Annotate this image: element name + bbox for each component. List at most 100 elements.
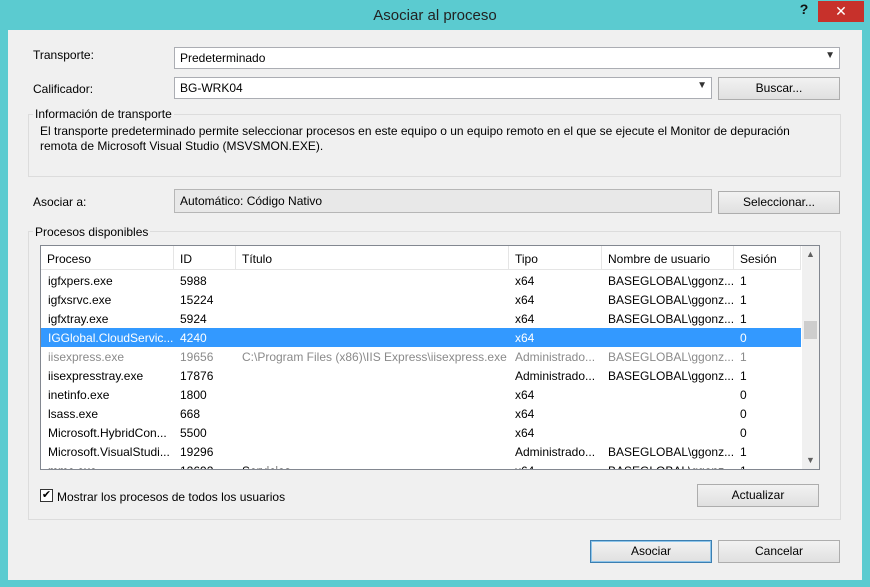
process-title-cell: C:\Program Files (x86)\IIS Express\iisex… [242,350,507,364]
column-header-type[interactable]: Tipo [509,246,602,270]
transport-info-line1: El transporte predeterminado permite sel… [40,124,790,138]
show-all-users-label[interactable]: Mostrar los procesos de todos los usuari… [57,490,285,504]
attach-button[interactable]: Asociar [590,540,712,563]
table-row[interactable]: iisexpress.exe 19656 C:\Program Files (x86… [41,347,801,366]
qualifier-label: Calificador: [33,82,94,96]
process-type-cell: x64 [515,388,535,402]
help-button[interactable]: ? [793,1,815,21]
title-bar: Asociar al proceso ? ✕ [0,0,870,30]
process-session-cell: 1 [740,464,796,469]
process-session-cell: 0 [740,388,747,402]
column-header-title[interactable]: Título [236,246,509,270]
process-list-header: Proceso ID Título Tipo Nombre de usuario… [41,246,801,270]
attach-to-field: Automático: Código Nativo [174,189,712,213]
transport-label: Transporte: [33,48,94,62]
chevron-down-icon: ▼ [825,50,835,61]
process-id-cell: 17876 [180,369,214,383]
qualifier-value: BG-WRK04 [180,81,243,95]
process-name-cell: Microsoft.VisualStudi... [48,445,170,459]
process-name-cell: inetinfo.exe [48,388,110,402]
column-header-user[interactable]: Nombre de usuario [602,246,734,270]
scrollbar-thumb[interactable] [804,321,817,339]
cancel-button[interactable]: Cancelar [718,540,840,563]
process-user-cell: BASEGLOBAL\ggonz... [608,464,734,469]
process-id-cell: 668 [180,407,201,421]
process-id-cell: 12692 [180,464,236,469]
process-name-cell: igfxtray.exe [48,312,109,326]
process-type-cell: x64 [515,426,535,440]
vertical-scrollbar[interactable]: ▲ ▼ [802,246,819,469]
process-type-cell: x64 [515,407,535,421]
transport-dropdown[interactable]: Predeterminado ▼ [174,47,840,69]
table-row[interactable]: inetinfo.exe 1800 x64 0 [41,385,801,404]
process-session-cell: 0 [740,331,747,345]
process-session-cell: 0 [740,426,747,440]
process-id-cell: 5924 [180,312,207,326]
find-button[interactable]: Buscar... [718,77,840,100]
process-id-cell: 19656 [180,350,214,364]
scroll-down-icon[interactable]: ▼ [802,452,819,469]
table-row[interactable]: igfxtray.exe 5924 x64 BASEGLOBAL\ggonz... 1 [41,309,801,328]
transport-value: Predeterminado [180,51,266,65]
process-id-cell: 1800 [180,388,207,402]
table-row[interactable]: lsass.exe 668 x64 0 [41,404,801,423]
process-type-cell: x64 [515,331,535,345]
process-session-cell: 1 [740,445,747,459]
process-name-cell: iisexpresstray.exe [48,369,144,383]
process-name-cell: Microsoft.HybridCon... [48,426,167,440]
table-row[interactable]: IGGlobal.CloudServic... 4240 x64 0 [41,328,801,347]
processes-group-title: Procesos disponibles [33,225,151,239]
process-type-cell: Administrado... [515,350,596,364]
process-user-cell: BASEGLOBAL\ggonz... [608,369,734,383]
process-user-cell: BASEGLOBAL\ggonz... [608,350,734,364]
table-row[interactable]: igfxsrvc.exe 15224 x64 BASEGLOBAL\ggonz... 1 [41,290,801,309]
process-user-cell: BASEGLOBAL\ggonz... [608,274,734,288]
column-header-id[interactable]: ID [174,246,236,270]
process-session-cell: 1 [740,369,747,383]
column-header-process[interactable]: Proceso [41,246,174,270]
transport-info-title: Información de transporte [33,107,174,121]
attach-to-value: Automático: Código Nativo [180,194,323,208]
window-title: Asociar al proceso [373,7,497,24]
table-row[interactable]: iisexpresstray.exe 17876 Administrado... BA… [41,366,801,385]
table-row[interactable]: igfxpers.exe 5988 x64 BASEGLOBAL\ggonz... 1 [41,271,801,290]
process-name-cell: lsass.exe [48,407,99,421]
process-name-cell: igfxpers.exe [48,274,113,288]
process-name-cell: IGGlobal.CloudServic... [48,331,174,345]
process-type-cell: x64 [515,293,535,307]
process-user-cell: BASEGLOBAL\ggonz... [608,312,734,326]
column-header-session[interactable]: Sesión [734,246,801,270]
process-type-cell: Administrado... [515,369,596,383]
process-session-cell: 0 [740,407,747,421]
scroll-up-icon[interactable]: ▲ [802,246,819,263]
process-session-cell: 1 [740,293,747,307]
process-user-cell: BASEGLOBAL\ggonz... [608,445,734,459]
process-title-cell: Servicios [242,464,508,469]
process-type-cell: x64 [515,464,603,469]
process-type-cell: x64 [515,274,535,288]
table-row[interactable]: Microsoft.HybridCon... 5500 x64 0 [41,423,801,442]
process-type-cell: x64 [515,312,535,326]
close-button[interactable]: ✕ [818,1,864,22]
select-code-type-button[interactable]: Seleccionar... [718,191,840,214]
process-session-cell: 1 [740,274,747,288]
process-id-cell: 4240 [180,331,207,345]
attach-to-label: Asociar a: [33,195,87,209]
chevron-down-icon: ▼ [697,80,707,91]
refresh-button[interactable]: Actualizar [697,484,819,507]
process-list[interactable]: Proceso ID Título Tipo Nombre de usuario… [40,245,820,470]
process-type-cell: Administrado... [515,445,596,459]
process-name-cell: mmc.exe [48,464,174,469]
process-session-cell: 1 [740,350,747,364]
process-session-cell: 1 [740,312,747,326]
process-name-cell: iisexpress.exe [48,350,125,364]
process-user-cell: BASEGLOBAL\ggonz... [608,293,734,307]
show-all-users-checkbox[interactable]: ✔ [40,489,53,502]
table-row[interactable]: mmc.exe 12692 Servicios x64 BASEGLOBAL\ggonz… [41,461,801,469]
process-id-cell: 5500 [180,426,207,440]
process-id-cell: 15224 [180,293,214,307]
process-id-cell: 5988 [180,274,207,288]
table-row[interactable]: Microsoft.VisualStudi... 19296 Administrad… [41,442,801,461]
qualifier-combobox[interactable]: BG-WRK04 ▼ [174,77,712,99]
process-name-cell: igfxsrvc.exe [48,293,112,307]
